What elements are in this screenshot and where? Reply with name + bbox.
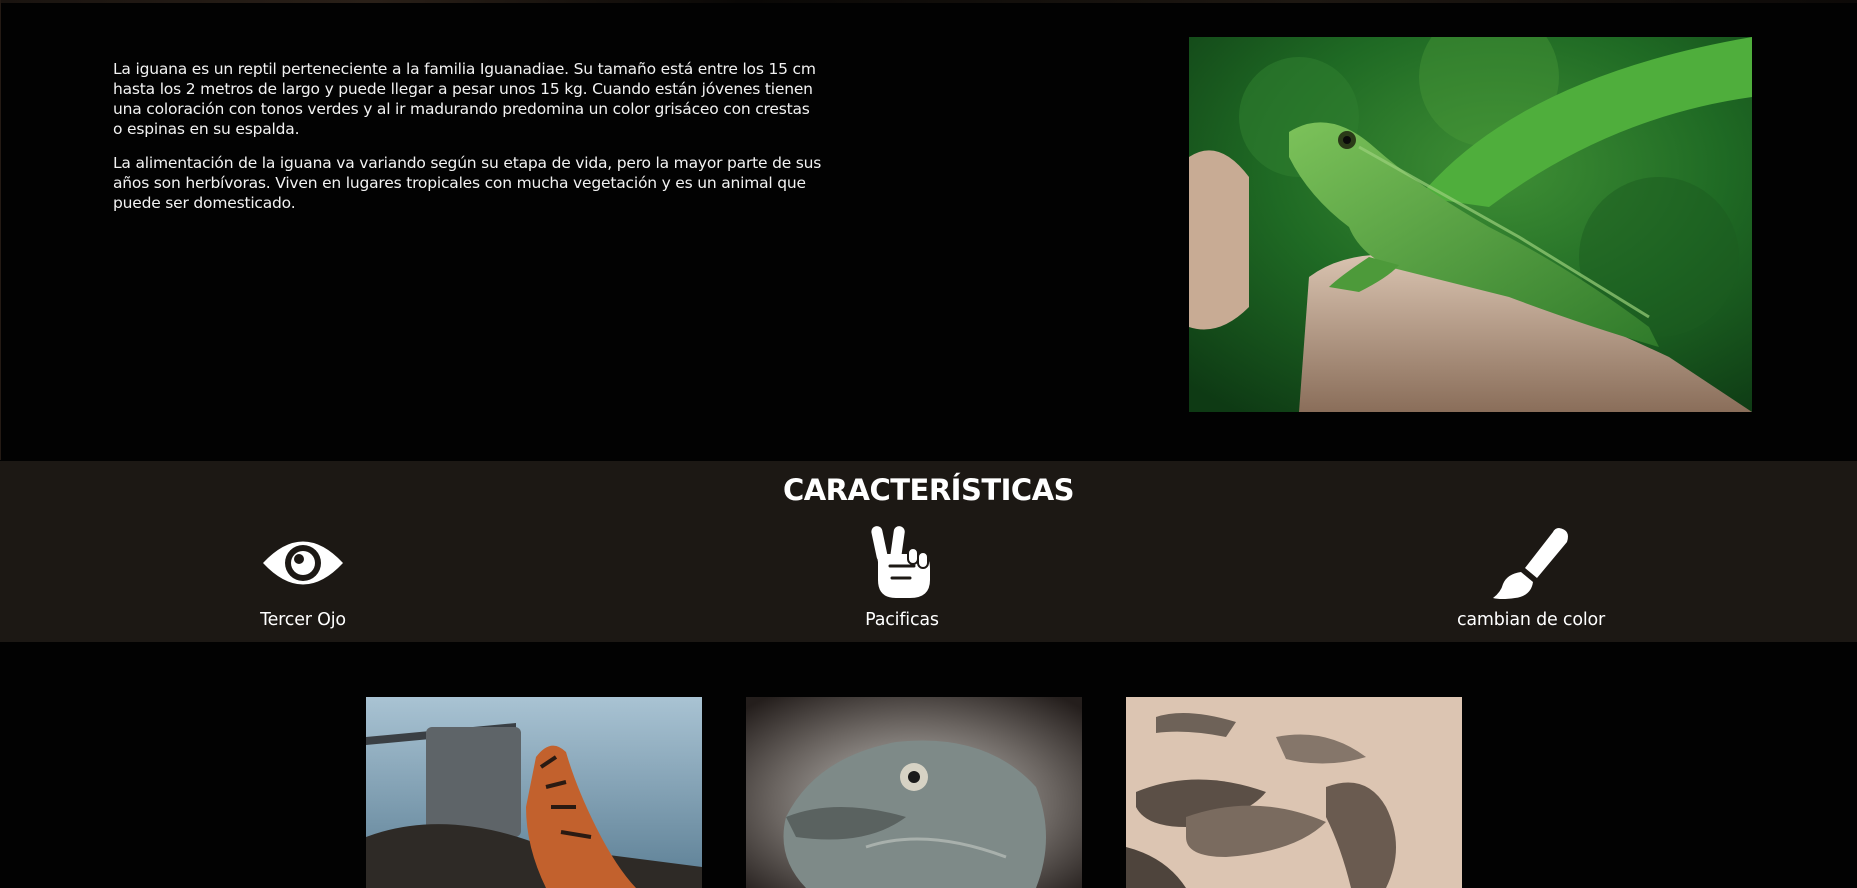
hero-iguana-photo — [1189, 37, 1752, 412]
gallery-photo-iguanas-sand — [1126, 697, 1462, 888]
peace-hand-icon — [772, 526, 1032, 600]
feature-label: cambian de color — [1456, 610, 1606, 630]
gallery-photo-iguana-beach — [366, 697, 702, 888]
page-border — [0, 0, 1, 460]
eye-icon — [173, 526, 433, 600]
intro-paragraph-1: La iguana es un reptil perteneciente a l… — [113, 60, 816, 138]
feature-peaceful: Pacificas — [772, 526, 1032, 630]
feature-label: Pacificas — [865, 610, 939, 630]
intro-section: La iguana es un reptil perteneciente a l… — [113, 59, 823, 227]
features-section: CARACTERÍSTICAS Tercer Ojo Pacificas cam… — [0, 461, 1857, 642]
features-title: CARACTERÍSTICAS — [782, 473, 1075, 507]
feature-label: Tercer Ojo — [260, 610, 346, 630]
paintbrush-icon — [1401, 526, 1661, 600]
gallery-photo-iguana-head — [746, 697, 1082, 888]
intro-paragraph-2: La alimentación de la iguana va variando… — [113, 154, 822, 212]
top-banner-edge — [0, 0, 1857, 3]
feature-third-eye: Tercer Ojo — [173, 526, 433, 630]
feature-color-change: cambian de color — [1401, 526, 1661, 630]
